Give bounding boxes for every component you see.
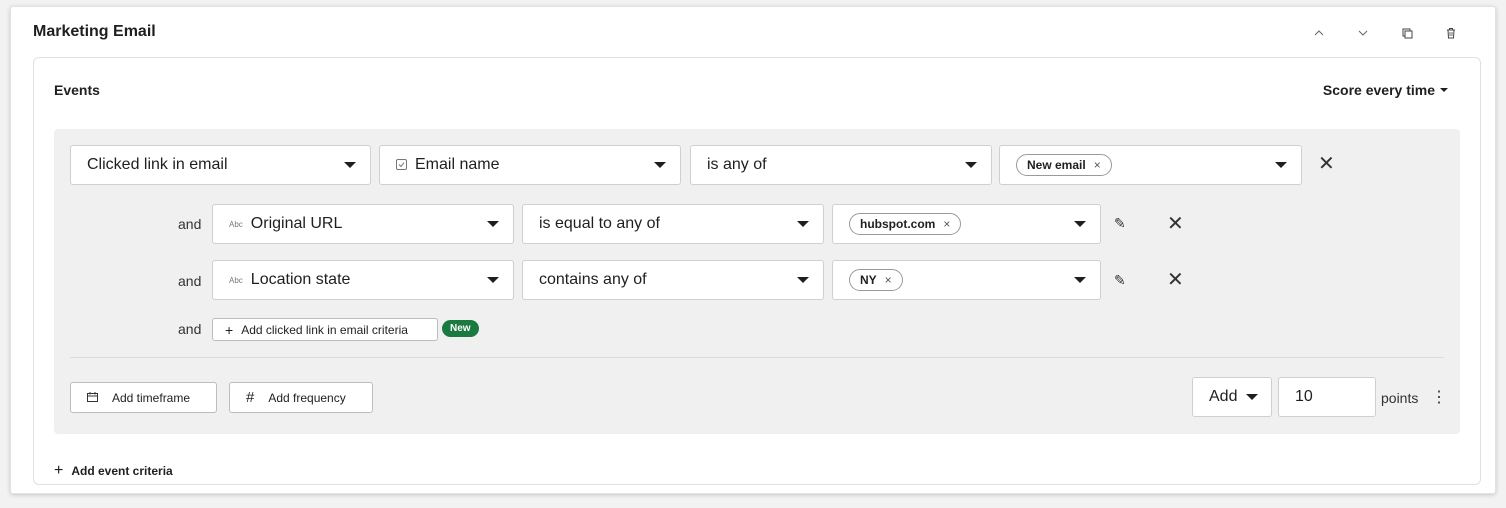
points-input-value: 10 [1295, 388, 1313, 405]
operator-select[interactable]: is any of [690, 145, 992, 185]
property-select[interactable]: Email name [379, 145, 681, 185]
filter-operator-value: is equal to any of [539, 215, 660, 232]
and-label: and [178, 321, 202, 337]
text-property-icon: Abc [229, 275, 243, 285]
filter-operator-value: contains any of [539, 271, 647, 288]
add-frequency-button[interactable]: # Add frequency [229, 382, 373, 413]
value-chip-label: hubspot.com [860, 217, 936, 231]
events-title: Events [54, 82, 100, 98]
remove-filter-icon[interactable]: ✕ [1167, 214, 1184, 234]
hash-icon: # [246, 389, 255, 406]
filter-value-select[interactable]: hubspot.com × [832, 204, 1101, 244]
add-timeframe-label: Add timeframe [112, 390, 191, 405]
value-chip-label: NY [860, 273, 877, 287]
add-criteria-label: Add clicked link in email criteria [241, 322, 408, 337]
pencil-icon[interactable]: ✎ [1114, 215, 1126, 232]
filter-property-value: Location state [250, 271, 351, 288]
new-badge: New [442, 320, 479, 337]
score-mode-dropdown[interactable]: Score every time [1323, 82, 1448, 98]
chevron-up-icon[interactable] [1297, 23, 1341, 43]
value-chip-label: New email [1027, 158, 1086, 172]
filter-property-value: Original URL [250, 215, 343, 232]
value-chip: NY × [849, 269, 903, 291]
remove-chip-icon[interactable]: × [1094, 158, 1101, 172]
chevron-down-icon[interactable] [1341, 23, 1385, 43]
event-select-value: Clicked link in email [87, 156, 228, 173]
add-event-criteria-label: Add event criteria [71, 464, 173, 478]
property-select-value: Email name [415, 156, 500, 173]
caret-down-icon [797, 221, 809, 227]
caret-down-icon [487, 221, 499, 227]
value-select[interactable]: New email × [999, 145, 1302, 185]
value-chip: New email × [1016, 154, 1112, 176]
remove-filter-icon[interactable]: ✕ [1167, 270, 1184, 290]
remove-event-icon[interactable]: ✕ [1318, 154, 1335, 174]
trash-icon[interactable] [1429, 23, 1473, 43]
caret-down-icon [797, 277, 809, 283]
card-title: Marketing Email [33, 23, 156, 40]
filter-operator-select[interactable]: contains any of [522, 260, 824, 300]
operator-select-value: is any of [707, 156, 767, 173]
add-event-criteria-button[interactable]: + Add event criteria [54, 462, 173, 480]
add-timeframe-button[interactable]: Add timeframe [70, 382, 217, 413]
caret-down-icon [487, 277, 499, 283]
text-property-icon: Abc [229, 219, 243, 229]
points-label: points [1381, 390, 1419, 406]
points-action-value: Add [1209, 388, 1238, 405]
caret-down-icon [1074, 221, 1086, 227]
events-panel: Events Score every time Clicked link in … [33, 57, 1481, 485]
points-input[interactable]: 10 [1278, 377, 1376, 417]
filter-operator-select[interactable]: is equal to any of [522, 204, 824, 244]
filter-property-select[interactable]: Abc Location state [212, 260, 514, 300]
caret-down-icon [1275, 162, 1287, 168]
plus-icon: + [225, 321, 234, 338]
caret-down-icon [1074, 277, 1086, 283]
caret-down-icon [344, 162, 356, 168]
copy-icon[interactable] [1385, 23, 1429, 43]
filter-property-select[interactable]: Abc Original URL [212, 204, 514, 244]
filter-value-select[interactable]: NY × [832, 260, 1101, 300]
caret-down-icon [1246, 394, 1258, 400]
remove-chip-icon[interactable]: × [943, 217, 950, 231]
add-frequency-label: Add frequency [268, 390, 346, 405]
event-criteria-group: Clicked link in email Email name is any … [54, 129, 1460, 434]
more-options-icon[interactable]: ⋮ [1431, 387, 1447, 407]
score-mode-label: Score every time [1322, 82, 1435, 98]
add-criteria-button[interactable]: + Add clicked link in email criteria [212, 318, 438, 341]
and-label: and [178, 216, 202, 232]
divider [70, 357, 1444, 358]
plus-icon: + [54, 462, 64, 479]
scoring-card: Marketing Email Events Score every time … [10, 6, 1496, 494]
event-select[interactable]: Clicked link in email [70, 145, 371, 185]
caret-down-icon [965, 162, 977, 168]
calendar-icon [87, 391, 98, 405]
card-actions [1297, 23, 1473, 43]
value-chip: hubspot.com × [849, 213, 962, 235]
email-property-icon [396, 158, 407, 172]
caret-down-icon [654, 162, 666, 168]
points-action-select[interactable]: Add [1192, 377, 1272, 417]
caret-down-icon [1440, 88, 1448, 92]
pencil-icon[interactable]: ✎ [1114, 272, 1126, 289]
remove-chip-icon[interactable]: × [885, 273, 892, 287]
and-label: and [178, 273, 202, 289]
